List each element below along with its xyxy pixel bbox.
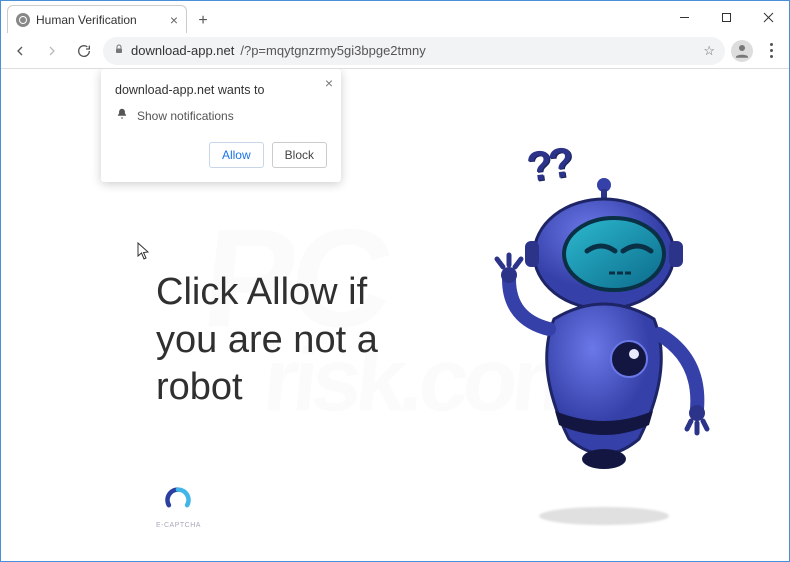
- back-button[interactable]: [7, 38, 33, 64]
- popup-permission-text: Show notifications: [137, 109, 234, 123]
- titlebar: Human Verification × +: [1, 1, 789, 33]
- browser-toolbar: download-app.net /?p=mqytgnzrmy5gi3bpge2t…: [1, 33, 789, 69]
- notification-permission-popup: × download-app.net wants to Show notific…: [101, 69, 341, 182]
- forward-button[interactable]: [39, 38, 65, 64]
- captcha-label: E-CAPTCHA: [156, 522, 201, 529]
- plus-icon: +: [198, 12, 207, 30]
- question-marks-icon: ??: [524, 138, 574, 192]
- allow-button[interactable]: Allow: [209, 142, 264, 168]
- cursor-icon: [137, 242, 151, 265]
- maximize-button[interactable]: [705, 3, 747, 31]
- captcha-logo-icon: [165, 487, 191, 518]
- headline: Click Allow if you are not a robot: [156, 269, 378, 412]
- reload-button[interactable]: [71, 38, 97, 64]
- minimize-button[interactable]: [663, 3, 705, 31]
- browser-tab[interactable]: Human Verification ×: [7, 5, 187, 33]
- headline-line-2: you are not a: [156, 317, 378, 365]
- tab-strip: Human Verification × +: [1, 1, 215, 33]
- globe-icon: [16, 13, 30, 27]
- block-button[interactable]: Block: [272, 142, 327, 168]
- url-path: /?p=mqytgnzrmy5gi3bpge2tmny: [240, 43, 425, 58]
- popup-close-button[interactable]: ×: [325, 75, 333, 91]
- headline-line-3: robot: [156, 364, 378, 412]
- captcha-badge: E-CAPTCHA: [156, 487, 201, 529]
- kebab-menu-button[interactable]: [759, 39, 783, 63]
- url-host: download-app.net: [131, 43, 234, 58]
- bell-icon: [115, 107, 129, 124]
- robot-shadow: [539, 507, 669, 525]
- window-controls: [663, 3, 789, 31]
- robot-svg: [469, 159, 739, 529]
- headline-line-1: Click Allow if: [156, 269, 378, 317]
- new-tab-button[interactable]: +: [191, 9, 215, 33]
- bookmark-star-icon[interactable]: ☆: [703, 43, 715, 59]
- close-tab-button[interactable]: ×: [170, 13, 178, 27]
- tab-title: Human Verification: [36, 13, 137, 27]
- address-bar[interactable]: download-app.net /?p=mqytgnzrmy5gi3bpge2t…: [103, 37, 725, 65]
- close-window-button[interactable]: [747, 3, 789, 31]
- lock-icon: [113, 43, 125, 58]
- page-content: PC risk.com × download-app.net wants to …: [1, 69, 789, 561]
- popup-origin-text: download-app.net wants to: [115, 83, 327, 97]
- profile-button[interactable]: [731, 40, 753, 62]
- robot-illustration: ??: [469, 159, 739, 529]
